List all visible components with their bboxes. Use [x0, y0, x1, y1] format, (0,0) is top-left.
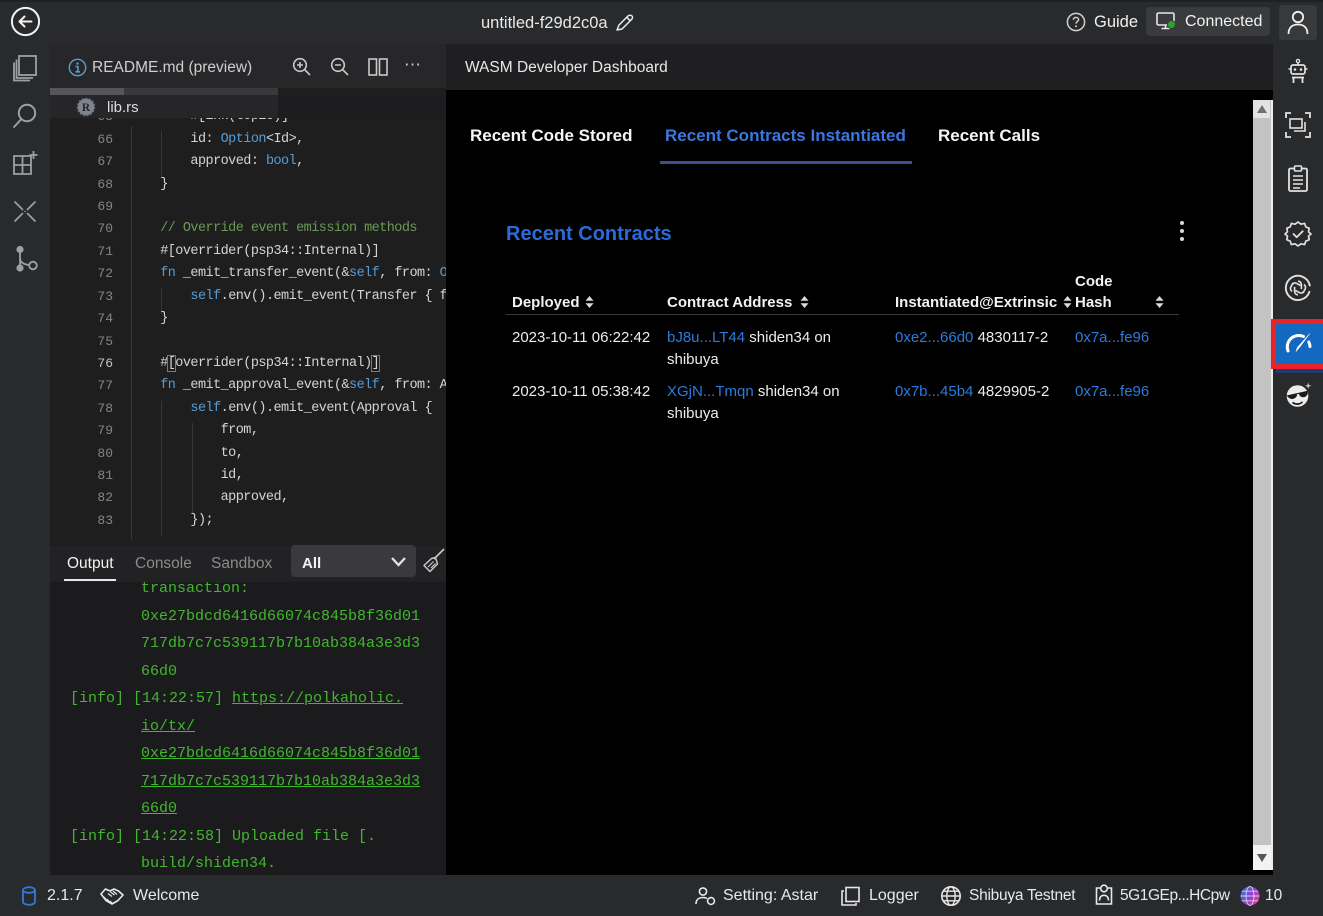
- svg-text:R: R: [82, 102, 91, 114]
